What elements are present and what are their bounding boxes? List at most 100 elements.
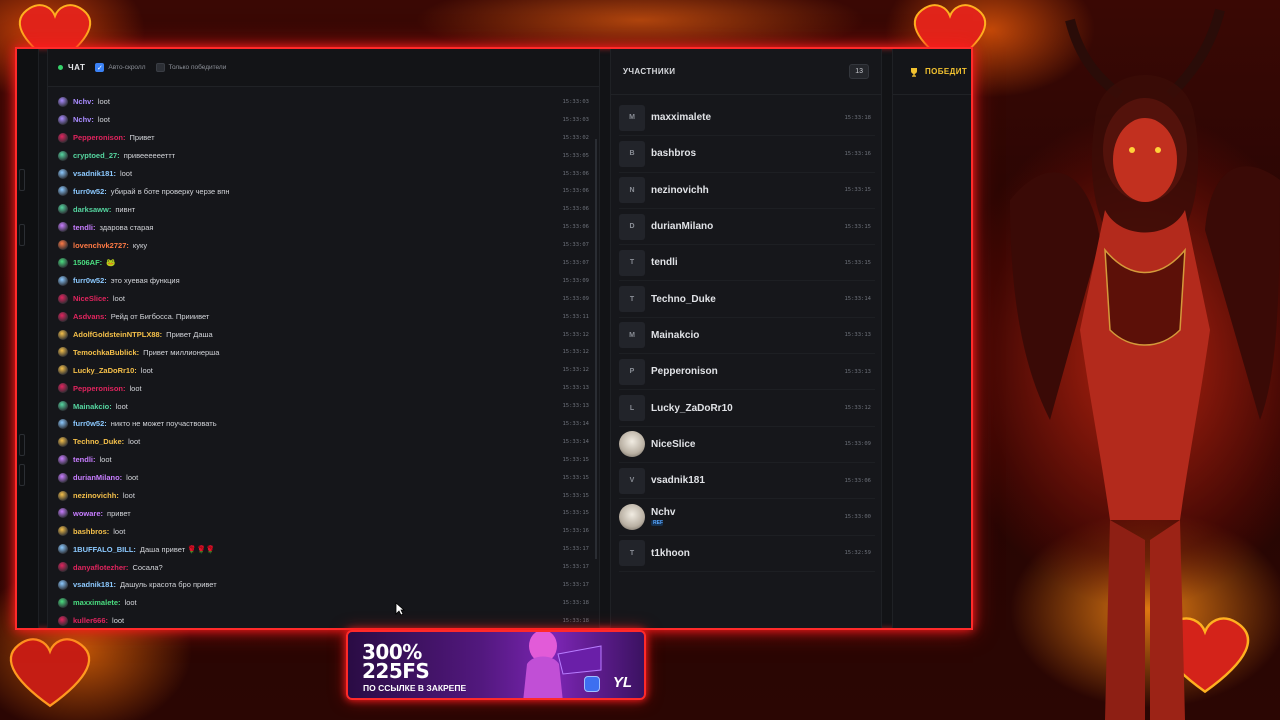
chat-timestamp: 15:33:03	[562, 116, 590, 123]
chat-username[interactable]: Pepperonison:	[73, 384, 126, 393]
chat-username[interactable]: kuller666:	[73, 616, 108, 625]
participant-initial-badge: T	[619, 249, 645, 276]
user-avatar-icon	[58, 508, 68, 519]
chat-username[interactable]: TemochkaBublick:	[73, 348, 139, 357]
promo-banner[interactable]: 300% 225FS ПО ССЫЛКЕ В ЗАКРЕПЕ YL	[346, 630, 646, 700]
chat-username[interactable]: NiceSlice:	[73, 294, 109, 303]
participant-row[interactable]: Nnezinovichh 15:33:15	[619, 173, 875, 209]
user-avatar-icon	[58, 418, 68, 429]
participant-row[interactable]: P Pepperonison 15:33:13	[619, 354, 875, 391]
participant-name-block: maxximalete	[651, 112, 711, 123]
participant-row[interactable]: Bbashbros 15:33:16	[619, 136, 875, 173]
autoscroll-checkbox[interactable]: ✓ Авто-скролл	[95, 63, 146, 72]
chat-username[interactable]: maxximalete:	[73, 598, 121, 607]
chat-timestamp: 15:33:17	[562, 581, 590, 588]
chat-username[interactable]: vsadnik181:	[73, 169, 116, 178]
autoscroll-label: Авто-скролл	[108, 64, 146, 71]
user-avatar-icon	[58, 204, 68, 215]
participants-list[interactable]: Mmaxximalete 15:33:18 Bbashbros 15:33:16 Nne…	[619, 100, 875, 572]
chat-message-text: loot	[126, 473, 139, 483]
left-collapsed-sidebar[interactable]	[17, 49, 39, 628]
chat-timestamp: 15:33:17	[562, 564, 590, 571]
participant-row[interactable]: NiceSlice 15:33:09	[619, 427, 875, 463]
chat-username[interactable]: furr0w52:	[73, 276, 107, 285]
chat-username[interactable]: Nchv:	[73, 115, 94, 124]
chat-username[interactable]: Techno_Duke:	[73, 437, 124, 446]
participants-title: УЧАСТНИКИ	[623, 67, 676, 76]
chat-message-text: loot	[119, 169, 133, 178]
participant-row[interactable]: Mmaxximalete 15:33:18	[619, 100, 875, 137]
chat-username[interactable]: Mainakcio:	[73, 402, 112, 411]
flaming-heart-icon	[9, 638, 91, 708]
chat-message: tendli: здарова старая 15:33:06	[58, 218, 599, 236]
chat-username[interactable]: bashbros:	[73, 527, 109, 536]
chat-message-text: loot	[99, 455, 112, 465]
chat-username[interactable]: durianMilano:	[73, 473, 122, 482]
chat-username[interactable]: furr0w52:	[73, 187, 107, 196]
chat-username[interactable]: Lucky_ZaDoRr10:	[73, 366, 137, 375]
chat-username[interactable]: darksaww:	[73, 205, 111, 214]
chat-username[interactable]: woware:	[73, 509, 103, 518]
chat-message: durianMilano: loot 15:33:15	[58, 469, 599, 487]
participant-row[interactable]: Ttendli 15:33:15	[619, 245, 875, 282]
chat-username[interactable]: 1BUFFALO_BILL:	[73, 545, 136, 554]
participant-row[interactable]: DdurianMilano 15:33:15	[619, 209, 875, 246]
participant-row[interactable]: M Mainakcio 15:33:13	[619, 318, 875, 355]
chat-message-text: привееееееттт	[123, 151, 176, 161]
chat-message-list[interactable]: Nchv: loot 15:33:03 Nchv: loot 15:33:03 Pepper…	[48, 93, 599, 628]
chat-message-text: loot	[140, 365, 153, 375]
chat-message-text: loot	[122, 491, 135, 501]
participants-count-badge: 13	[849, 64, 869, 79]
chat-message: NiceSlice: loot 15:33:09	[58, 290, 599, 308]
user-avatar-icon	[58, 293, 68, 304]
user-avatar-icon	[58, 240, 68, 251]
chat-timestamp: 15:33:06	[562, 224, 590, 231]
user-avatar-icon	[58, 311, 68, 322]
chat-username[interactable]: Asdvans:	[73, 312, 107, 321]
chat-message-text: loot	[124, 598, 137, 608]
chat-username[interactable]: 1506AF:	[73, 258, 102, 267]
user-avatar-icon	[58, 383, 68, 394]
participant-initial-badge: L	[619, 395, 645, 422]
sidebar-marker	[19, 434, 25, 456]
participant-row[interactable]: L Lucky_ZaDoRr10 15:33:12	[619, 390, 875, 427]
winners-only-checkbox[interactable]: Только победители	[155, 63, 226, 72]
participant-row[interactable]: Tt1khoon 15:32:59	[619, 536, 875, 572]
participant-name: durianMilano	[651, 221, 714, 233]
chat-message: TemochkaBublick: Привет миллионерша 15:33:…	[58, 343, 599, 361]
participant-row[interactable]: Nchv REF 15:33:00	[619, 499, 875, 536]
chat-username[interactable]: lovenchvk2727:	[73, 241, 129, 250]
chat-username[interactable]: danyaflotezher:	[73, 563, 128, 572]
chat-message: furr0w52: никто не может поучаствовать 15:…	[58, 415, 599, 433]
chat-username[interactable]: cryptoed_27:	[73, 151, 120, 160]
chat-message-text: loot	[112, 294, 125, 304]
participant-name-block: NiceSlice	[651, 439, 695, 450]
chat-username[interactable]: Nchv:	[73, 97, 94, 106]
chat-scrollbar[interactable]	[595, 139, 597, 559]
chat-message-text: здарова старая	[99, 222, 154, 232]
sidebar-marker	[19, 464, 25, 486]
chat-title: ЧАТ	[68, 63, 86, 72]
chat-message: vsadnik181: Дашуль красота бро привет 15:3…	[58, 576, 599, 594]
chat-message-text: убирай в боте проверку черзе впн	[110, 186, 230, 196]
chat-username[interactable]: furr0w52:	[73, 419, 107, 428]
sidebar-marker	[19, 169, 25, 191]
participant-name: Pepperonison	[651, 366, 718, 378]
participant-initial-badge: B	[619, 140, 645, 167]
chat-message-text: Сосала?	[132, 562, 163, 572]
promo-free-spins: 225FS	[362, 659, 430, 683]
chat-username[interactable]: tendli:	[73, 223, 96, 232]
chat-username[interactable]: nezinovichh:	[73, 491, 119, 500]
participant-name-block: Nchv REF	[651, 507, 675, 527]
participant-name: nezinovichh	[651, 184, 709, 196]
chat-timestamp: 15:33:07	[562, 242, 590, 249]
chat-username[interactable]: vsadnik181:	[73, 580, 116, 589]
participant-row[interactable]: Vvsadnik181 15:33:06	[619, 463, 875, 500]
participants-panel: УЧАСТНИКИ 13 Mmaxximalete 15:33:18 Bbashbr…	[610, 49, 882, 628]
chat-timestamp: 15:33:06	[562, 170, 590, 177]
participant-row[interactable]: T Techno_Duke 15:33:14	[619, 281, 875, 318]
participant-name: tendli	[651, 257, 678, 269]
chat-username[interactable]: Pepperonison:	[73, 133, 126, 142]
chat-username[interactable]: tendli:	[73, 455, 96, 464]
chat-username[interactable]: AdolfGoldsteinNTPLX88:	[73, 330, 162, 339]
